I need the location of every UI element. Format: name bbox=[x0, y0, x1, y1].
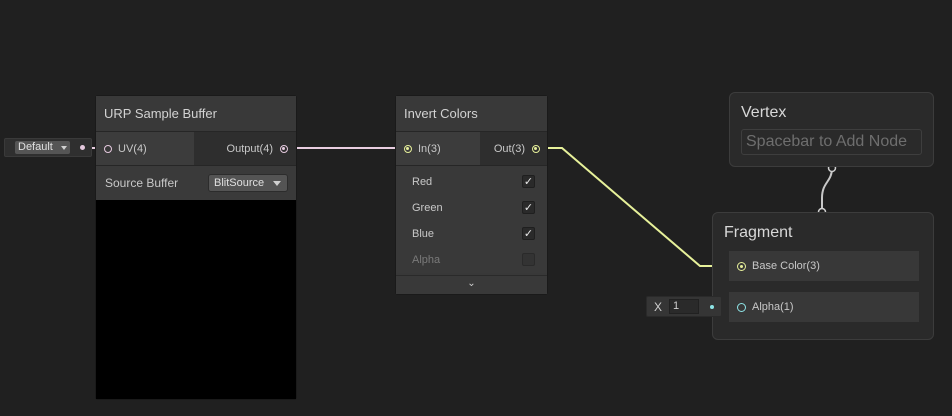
invert-colors-node[interactable]: Invert Colors In(3) Out(3) Red ✓ Green ✓… bbox=[395, 95, 548, 295]
vertex-fragment-flow-edge bbox=[821, 167, 833, 212]
green-checkbox[interactable]: ✓ bbox=[522, 201, 535, 214]
vertex-context[interactable]: Vertex Spacebar to Add Node bbox=[729, 92, 934, 167]
uv-input-port[interactable] bbox=[104, 144, 112, 153]
node-title: Invert Colors bbox=[396, 96, 547, 132]
fragment-context[interactable]: Fragment Base Color(3) Alpha(1) bbox=[712, 212, 934, 340]
block-label: Base Color(3) bbox=[752, 260, 820, 272]
fragment-context-title: Fragment bbox=[724, 224, 793, 241]
option-label: Green bbox=[412, 202, 443, 214]
urp-sample-buffer-node[interactable]: URP Sample Buffer UV(4) Output(4) Source… bbox=[95, 95, 297, 400]
alpha-value-input[interactable]: X 1 bbox=[646, 296, 722, 317]
block-label: Alpha(1) bbox=[752, 301, 794, 313]
output-port[interactable] bbox=[280, 144, 288, 153]
chevron-down-icon bbox=[273, 181, 281, 186]
option-label: Red bbox=[412, 176, 433, 188]
option-label: Alpha bbox=[412, 254, 441, 266]
source-buffer-dropdown[interactable]: BlitSource bbox=[208, 174, 288, 192]
uv-port-label: UV(4) bbox=[118, 142, 147, 155]
base-color-block[interactable]: Base Color(3) bbox=[728, 250, 920, 282]
in-port-label: In(3) bbox=[418, 142, 441, 155]
chevron-down-icon bbox=[61, 146, 67, 150]
node-title: URP Sample Buffer bbox=[96, 96, 296, 132]
source-buffer-value: BlitSource bbox=[214, 177, 265, 189]
alpha-block[interactable]: Alpha(1) bbox=[728, 291, 920, 323]
in-port[interactable] bbox=[404, 144, 412, 153]
add-node-hint: Spacebar to Add Node bbox=[741, 129, 922, 155]
uv-default-input[interactable]: Default bbox=[4, 138, 92, 157]
option-label: Blue bbox=[412, 228, 435, 240]
option-blue: Blue ✓ bbox=[396, 221, 547, 247]
out-port[interactable] bbox=[532, 144, 540, 153]
out-port-label: Out(3) bbox=[493, 142, 525, 155]
alpha-value-field[interactable]: 1 bbox=[669, 299, 699, 314]
base-color-port[interactable] bbox=[737, 262, 746, 271]
uv-default-label: Default bbox=[18, 141, 53, 153]
channel-options: Red ✓ Green ✓ Blue ✓ Alpha bbox=[396, 166, 547, 273]
option-alpha: Alpha bbox=[396, 247, 547, 273]
node-preview bbox=[96, 200, 296, 399]
option-green: Green ✓ bbox=[396, 195, 547, 221]
uv-default-output-port[interactable] bbox=[80, 145, 85, 150]
blue-checkbox[interactable]: ✓ bbox=[522, 227, 535, 240]
alpha-checkbox bbox=[522, 253, 535, 266]
edge-out-to-base-color[interactable] bbox=[535, 147, 739, 267]
output-port-label: Output(4) bbox=[226, 142, 273, 155]
option-red: Red ✓ bbox=[396, 169, 547, 195]
chevron-down-icon: ⌄ bbox=[467, 278, 476, 289]
source-buffer-label: Source Buffer bbox=[105, 176, 179, 190]
axis-label: X bbox=[654, 300, 663, 314]
vertex-context-title: Vertex bbox=[741, 104, 787, 121]
collapse-toggle[interactable]: ⌄ bbox=[396, 275, 547, 294]
alpha-input-output-port[interactable] bbox=[710, 305, 714, 309]
red-checkbox[interactable]: ✓ bbox=[522, 175, 535, 188]
graph-canvas[interactable]: Default URP Sample Buffer UV(4) Output(4… bbox=[0, 0, 952, 416]
alpha-port[interactable] bbox=[737, 303, 746, 312]
